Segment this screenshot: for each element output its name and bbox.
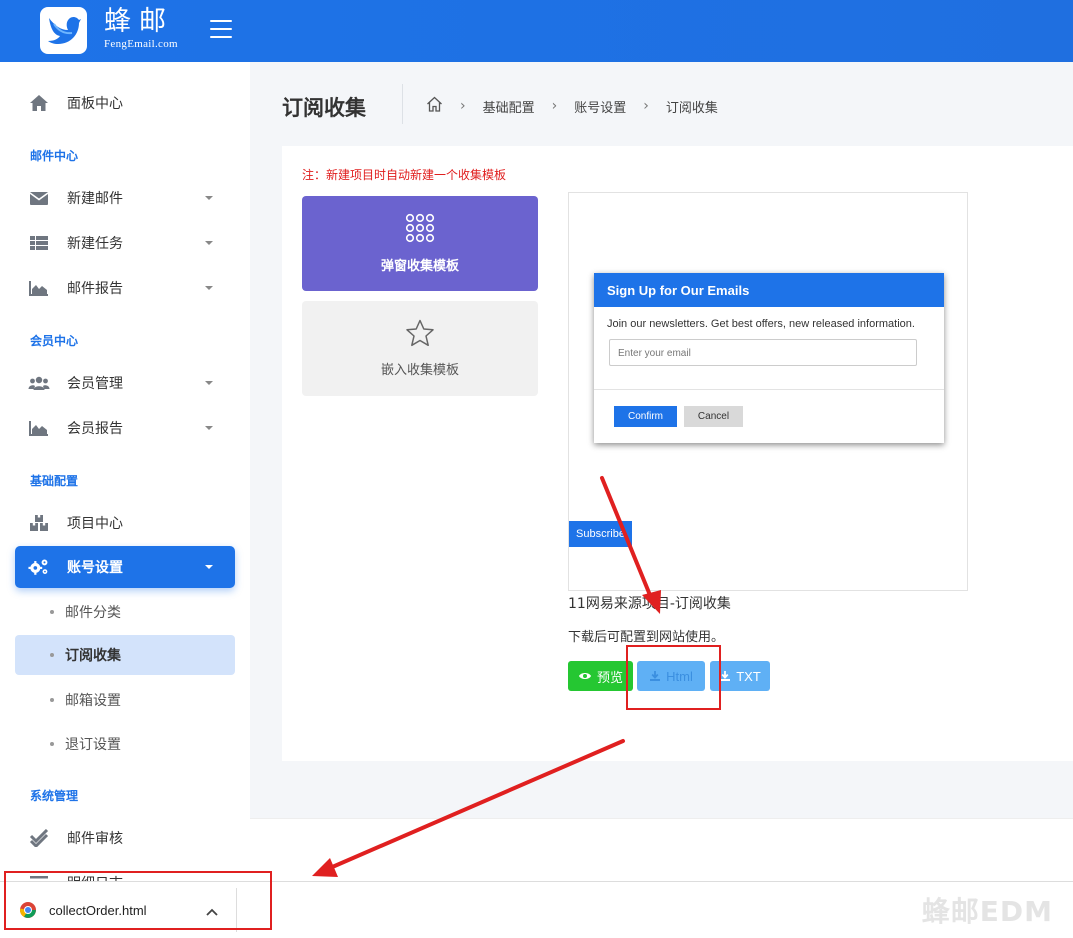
users-icon: [28, 372, 50, 394]
sidebar-item-dashboard[interactable]: 面板中心: [15, 82, 235, 124]
sidebar-item-label: 邮件报告: [67, 281, 123, 297]
template-note: 注：新建项目时自动新建一个收集模板: [302, 168, 507, 182]
project-template-name: 11网易来源项目-订阅收集: [568, 596, 731, 612]
bullet-dot: [50, 653, 54, 657]
double-check-icon: [28, 827, 50, 849]
watermark: 蜂邮EDM: [921, 895, 1053, 928]
breadcrumb-item: 订阅收集: [665, 100, 718, 116]
sidebar-subitem-mailbox-settings[interactable]: 邮箱设置: [15, 680, 235, 720]
title-divider: [402, 84, 403, 124]
chevron-right-icon: ›: [643, 98, 649, 114]
boxes-icon: [28, 512, 50, 534]
sidebar-item-label: 会员管理: [67, 376, 123, 392]
logo[interactable]: [40, 7, 87, 54]
bullet-dot: [50, 610, 54, 614]
breadcrumb-item[interactable]: 账号设置: [574, 97, 626, 116]
download-txt-label: TXT: [736, 668, 761, 684]
sidebar-item-label: 新建任务: [67, 236, 123, 252]
home-icon: [28, 92, 50, 114]
brand-domain: FengEmail.com: [104, 38, 178, 50]
eye-icon: [578, 671, 592, 681]
brand: 蜂邮 FengEmail.com: [104, 6, 178, 50]
footer-band: [250, 818, 1073, 882]
bullet-dot: [50, 698, 54, 702]
sidebar-subitem-label: 订阅收集: [65, 648, 121, 664]
section-title-config: 基础配置: [30, 474, 79, 488]
breadcrumb-item[interactable]: 基础配置: [483, 97, 535, 116]
sidebar-item-mail-audit[interactable]: 邮件审核: [15, 817, 235, 859]
sidebar-item-label: 项目中心: [67, 516, 123, 532]
caret-down-icon: [205, 565, 213, 569]
envelope-icon: [28, 187, 50, 209]
sidebar-subitem-mail-category[interactable]: 邮件分类: [15, 592, 235, 632]
sidebar-item-account-settings[interactable]: 账号设置: [15, 546, 235, 588]
preview-button-label: 预览: [596, 669, 623, 685]
popup-template-card[interactable]: 弹窗收集模板: [302, 196, 538, 291]
page-title: 订阅收集: [282, 96, 366, 120]
chevron-right-icon: ›: [460, 98, 466, 114]
menu-toggle-icon[interactable]: [210, 20, 232, 44]
sidebar-item-new-mail[interactable]: 新建邮件: [15, 177, 235, 219]
embed-template-card[interactable]: 嵌入收集模板: [302, 301, 538, 396]
sidebar-item-new-task[interactable]: 新建任务: [15, 222, 235, 264]
email-input[interactable]: Enter your email: [609, 339, 917, 366]
section-title-mail: 邮件中心: [30, 149, 79, 163]
home-outline-icon[interactable]: [426, 96, 443, 116]
table-list-icon: [28, 232, 50, 254]
download-icon: [719, 670, 731, 682]
cancel-button[interactable]: Cancel: [684, 406, 743, 427]
sidebar-subitem-label: 邮箱设置: [65, 693, 121, 709]
signup-popup-preview: Sign Up for Our Emails Join our newslett…: [594, 273, 944, 443]
sidebar-subitem-label: 邮件分类: [65, 605, 121, 621]
top-bar: 蜂邮 FengEmail.com: [0, 0, 1073, 62]
cogs-icon: [28, 556, 50, 578]
caret-down-icon: [205, 381, 213, 385]
section-title-system: 系统管理: [30, 789, 79, 803]
sidebar-item-label: 邮件审核: [67, 831, 123, 847]
sidebar-item-label: 账号设置: [67, 560, 123, 576]
caret-down-icon: [205, 196, 213, 200]
breadcrumb: › 基础配置 › 账号设置 › 订阅收集: [426, 96, 718, 116]
popup-heading: Sign Up for Our Emails: [594, 273, 944, 307]
caret-down-icon: [205, 426, 213, 430]
sidebar-item-mail-report[interactable]: 邮件报告: [15, 267, 235, 309]
caret-down-icon: [205, 286, 213, 290]
highlight-box-html: [626, 645, 721, 710]
bullet-dot: [50, 742, 54, 746]
sidebar-item-project-center[interactable]: 项目中心: [15, 502, 235, 544]
chevron-right-icon: ›: [551, 98, 558, 114]
bird-logo-icon: [47, 16, 81, 44]
sidebar-item-label: 会员报告: [67, 421, 123, 437]
area-chart-icon: [28, 417, 50, 439]
sidebar-item-member-manage[interactable]: 会员管理: [15, 362, 235, 404]
popup-divider: [594, 389, 944, 390]
confirm-button[interactable]: Confirm: [614, 406, 677, 427]
sidebar-subitem-subscribe-collect[interactable]: 订阅收集: [15, 635, 235, 675]
download-tip: 下载后可配置到网站使用。: [568, 630, 725, 645]
sidebar-subitem-label: 退订设置: [65, 737, 121, 753]
sidebar-item-label: 新建邮件: [67, 191, 123, 207]
sidebar-item-label: 面板中心: [67, 96, 123, 112]
popup-template-label: 弹窗收集模板: [380, 259, 459, 274]
grid-dots-icon: [405, 213, 435, 247]
area-chart-icon: [28, 277, 50, 299]
caret-down-icon: [205, 241, 213, 245]
section-title-member: 会员中心: [30, 334, 79, 348]
sidebar-subitem-unsubscribe-settings[interactable]: 退订设置: [15, 724, 235, 764]
brand-name: 蜂邮: [104, 6, 174, 37]
highlight-box-download: [4, 871, 272, 930]
embed-template-label: 嵌入收集模板: [380, 363, 459, 378]
star-outline-icon: [405, 319, 435, 351]
popup-description: Join our newsletters. Get best offers, n…: [607, 318, 915, 330]
subscribe-button[interactable]: Subscribe: [569, 521, 632, 547]
preview-button[interactable]: 预览: [568, 661, 633, 691]
sidebar-item-member-report[interactable]: 会员报告: [15, 407, 235, 449]
